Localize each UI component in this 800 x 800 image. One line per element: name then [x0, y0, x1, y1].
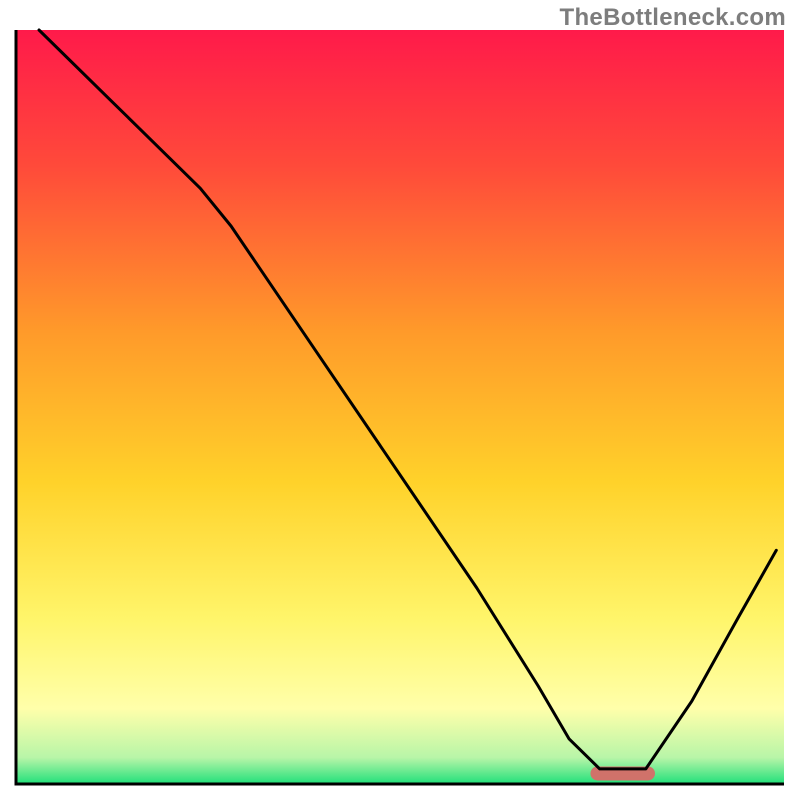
chart-container	[14, 28, 786, 786]
bottleneck-chart	[14, 28, 786, 786]
gradient-background	[16, 30, 784, 784]
watermark-text: TheBottleneck.com	[560, 4, 786, 32]
